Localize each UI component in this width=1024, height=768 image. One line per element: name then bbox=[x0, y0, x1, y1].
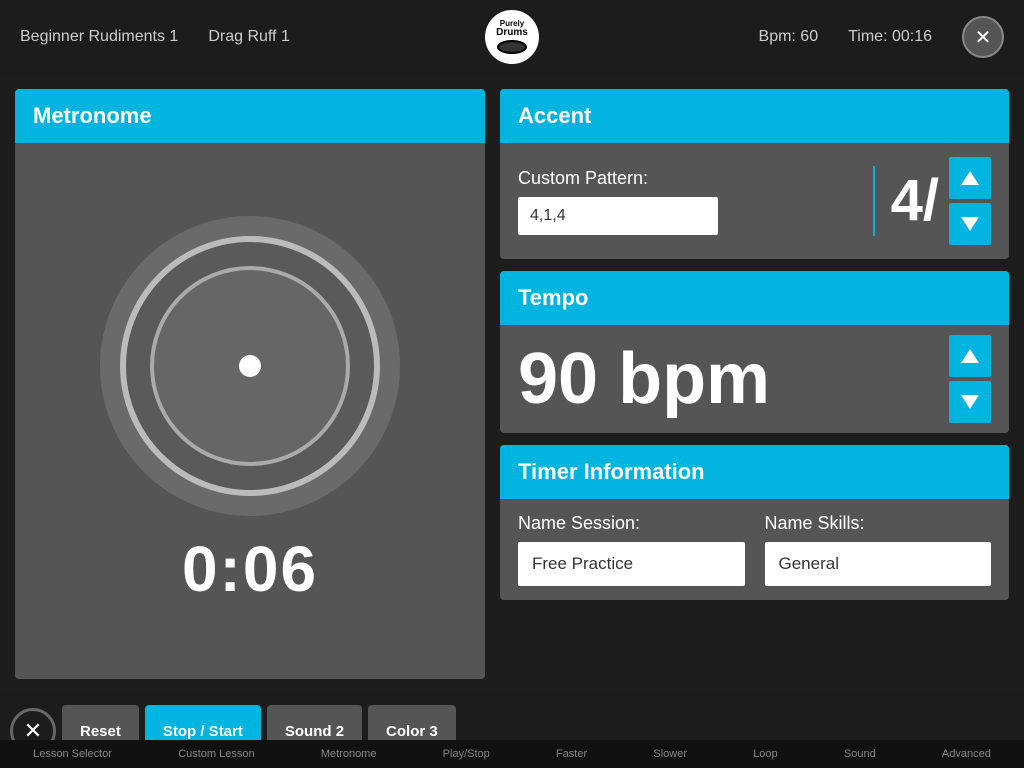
nav-tab-lesson-selector[interactable]: Lesson Selector bbox=[25, 744, 120, 764]
tempo-section: Tempo 90 bpm bbox=[500, 271, 1009, 433]
up-arrow-icon bbox=[961, 171, 979, 185]
tempo-down-button[interactable] bbox=[949, 381, 991, 423]
logo-text-bottom: Drums bbox=[496, 28, 528, 38]
nav-tab-advanced[interactable]: Advanced bbox=[934, 744, 999, 764]
tempo-arrows bbox=[949, 335, 991, 423]
drum-circle-outer bbox=[100, 216, 400, 516]
drum-dot bbox=[239, 355, 261, 377]
nav-tab-custom-lesson[interactable]: Custom Lesson bbox=[170, 744, 262, 764]
tempo-up-button[interactable] bbox=[949, 335, 991, 377]
time-display: Time: 00:16 bbox=[848, 28, 932, 46]
tempo-title: Tempo bbox=[518, 285, 588, 310]
drum-circle-inner bbox=[150, 266, 350, 466]
top-bar: Beginner Rudiments 1 Drag Ruff 1 Purely … bbox=[0, 0, 1024, 74]
timer-info-header: Timer Information bbox=[500, 445, 1009, 499]
name-skills-input[interactable] bbox=[765, 542, 992, 586]
logo-area: Purely Drums bbox=[485, 10, 539, 64]
tempo-body: 90 bpm bbox=[500, 325, 1009, 433]
beat-arrows bbox=[949, 157, 991, 245]
nav-tab-slower[interactable]: Slower bbox=[645, 744, 695, 764]
nav-tab-play/stop[interactable]: Play/Stop bbox=[435, 744, 498, 764]
accent-header: Accent bbox=[500, 89, 1009, 143]
beat-up-button[interactable] bbox=[949, 157, 991, 199]
beat-down-button[interactable] bbox=[949, 203, 991, 245]
timer-info-section: Timer Information Name Session: Name Ski… bbox=[500, 445, 1009, 600]
down-arrow-icon bbox=[961, 217, 979, 231]
accent-body: Custom Pattern: 4/ bbox=[500, 143, 1009, 259]
timer-info-title: Timer Information bbox=[518, 459, 705, 484]
custom-pattern-label: Custom Pattern: bbox=[518, 168, 857, 189]
logo-circle: Purely Drums bbox=[485, 10, 539, 64]
accent-title: Accent bbox=[518, 103, 591, 128]
drum-circle-ring bbox=[120, 236, 380, 496]
tempo-header: Tempo bbox=[500, 271, 1009, 325]
nav-tab-loop[interactable]: Loop bbox=[745, 744, 785, 764]
custom-pattern-area: Custom Pattern: bbox=[518, 168, 857, 235]
metronome-title: Metronome bbox=[33, 103, 152, 128]
name-skills-label: Name Skills: bbox=[765, 513, 992, 534]
close-button-top[interactable]: ✕ bbox=[962, 16, 1004, 58]
bpm-display-value: 90 bpm bbox=[518, 343, 770, 415]
beat-number: 4/ bbox=[891, 172, 939, 230]
accent-divider bbox=[873, 166, 875, 236]
right-panel: Accent Custom Pattern: 4/ bbox=[500, 89, 1009, 679]
top-bar-left: Beginner Rudiments 1 Drag Ruff 1 bbox=[20, 28, 290, 46]
accent-section: Accent Custom Pattern: 4/ bbox=[500, 89, 1009, 259]
left-panel: Metronome 0:06 bbox=[15, 89, 485, 679]
metronome-body: 0:06 bbox=[15, 143, 485, 679]
main-content: Metronome 0:06 Accent Custom Pattern: bbox=[0, 74, 1024, 694]
name-session-input[interactable] bbox=[518, 542, 745, 586]
nav-tab-faster[interactable]: Faster bbox=[548, 744, 595, 764]
name-session-field: Name Session: bbox=[518, 513, 745, 586]
bpm-display: Bpm: 60 bbox=[759, 28, 819, 46]
exercise-title: Drag Ruff 1 bbox=[208, 28, 290, 46]
logo-drum bbox=[497, 40, 527, 54]
nav-tab-sound[interactable]: Sound bbox=[836, 744, 884, 764]
metronome-header: Metronome bbox=[15, 89, 485, 143]
beat-display: 4/ bbox=[891, 157, 991, 245]
timer-display: 0:06 bbox=[182, 532, 318, 606]
lesson-title: Beginner Rudiments 1 bbox=[20, 28, 178, 46]
name-skills-field: Name Skills: bbox=[765, 513, 992, 586]
timer-info-body: Name Session: Name Skills: bbox=[500, 499, 1009, 600]
tempo-up-arrow-icon bbox=[961, 349, 979, 363]
tempo-down-arrow-icon bbox=[961, 395, 979, 409]
custom-pattern-input[interactable] bbox=[518, 197, 718, 235]
nav-tab-metronome[interactable]: Metronome bbox=[313, 744, 385, 764]
bottom-nav: Lesson Selector Custom Lesson Metronome Pla… bbox=[0, 740, 1024, 768]
top-bar-right: Bpm: 60 Time: 00:16 ✕ bbox=[759, 16, 1004, 58]
name-session-label: Name Session: bbox=[518, 513, 745, 534]
bottom-bar: ✕ Reset Stop / Start Sound 2 Color 3 Les… bbox=[0, 694, 1024, 768]
